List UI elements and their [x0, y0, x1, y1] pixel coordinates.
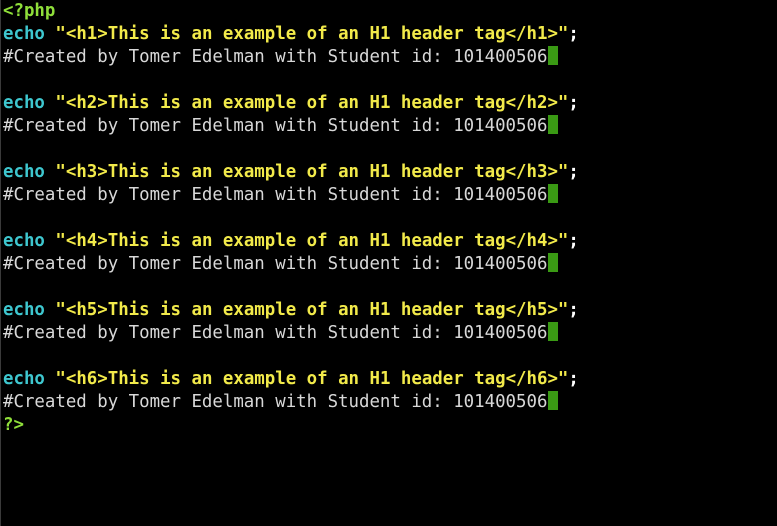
semicolon: ;	[568, 231, 579, 251]
code-line-comment: #Created by Tomer Edelman with Student i…	[1, 391, 777, 414]
cursor-marker	[548, 115, 559, 134]
php-close-line: ?>	[1, 414, 777, 437]
comment-text: #Created by Tomer Edelman with Student i…	[3, 392, 548, 412]
echo-keyword: echo	[3, 369, 45, 389]
echo-string: "<h3>This is an example of an H1 header …	[55, 162, 569, 182]
code-line-comment: #Created by Tomer Edelman with Student i…	[1, 115, 777, 138]
cursor-marker	[548, 253, 559, 272]
semicolon: ;	[568, 162, 579, 182]
cursor-marker	[548, 46, 559, 65]
echo-string: "<h2>This is an example of an H1 header …	[55, 93, 569, 113]
code-line-echo: echo "<h2>This is an example of an H1 he…	[1, 92, 777, 115]
echo-keyword: echo	[3, 162, 45, 182]
echo-string: "<h6>This is an example of an H1 header …	[55, 369, 569, 389]
cursor-marker	[548, 184, 559, 203]
code-line-comment: #Created by Tomer Edelman with Student i…	[1, 46, 777, 69]
semicolon: ;	[568, 93, 579, 113]
echo-string: "<h4>This is an example of an H1 header …	[55, 231, 569, 251]
code-line-echo: echo "<h6>This is an example of an H1 he…	[1, 368, 777, 391]
semicolon: ;	[568, 24, 579, 44]
code-line-comment: #Created by Tomer Edelman with Student i…	[1, 184, 777, 207]
comment-text: #Created by Tomer Edelman with Student i…	[3, 185, 548, 205]
comment-text: #Created by Tomer Edelman with Student i…	[3, 254, 548, 274]
echo-keyword: echo	[3, 231, 45, 251]
php-open-tag: <?php	[3, 1, 56, 21]
code-line-comment: #Created by Tomer Edelman with Student i…	[1, 253, 777, 276]
code-line-echo: echo "<h4>This is an example of an H1 he…	[1, 230, 777, 253]
cursor-marker	[548, 322, 559, 341]
terminal-editor[interactable]: <?php echo "<h1>This is an example of an…	[0, 0, 777, 526]
echo-string: "<h1>This is an example of an H1 header …	[55, 24, 569, 44]
php-open-line: <?php	[1, 0, 777, 23]
comment-text: #Created by Tomer Edelman with Student i…	[3, 116, 548, 136]
code-line-echo: echo "<h5>This is an example of an H1 he…	[1, 299, 777, 322]
php-close-tag: ?>	[3, 415, 24, 435]
semicolon: ;	[568, 300, 579, 320]
cursor-marker	[548, 391, 559, 410]
echo-keyword: echo	[3, 93, 45, 113]
semicolon: ;	[568, 369, 579, 389]
code-line-comment: #Created by Tomer Edelman with Student i…	[1, 322, 777, 345]
echo-keyword: echo	[3, 300, 45, 320]
comment-text: #Created by Tomer Edelman with Student i…	[3, 47, 548, 67]
echo-keyword: echo	[3, 24, 45, 44]
code-line-echo: echo "<h1>This is an example of an H1 he…	[1, 23, 777, 46]
comment-text: #Created by Tomer Edelman with Student i…	[3, 323, 548, 343]
code-line-echo: echo "<h3>This is an example of an H1 he…	[1, 161, 777, 184]
echo-string: "<h5>This is an example of an H1 header …	[55, 300, 569, 320]
